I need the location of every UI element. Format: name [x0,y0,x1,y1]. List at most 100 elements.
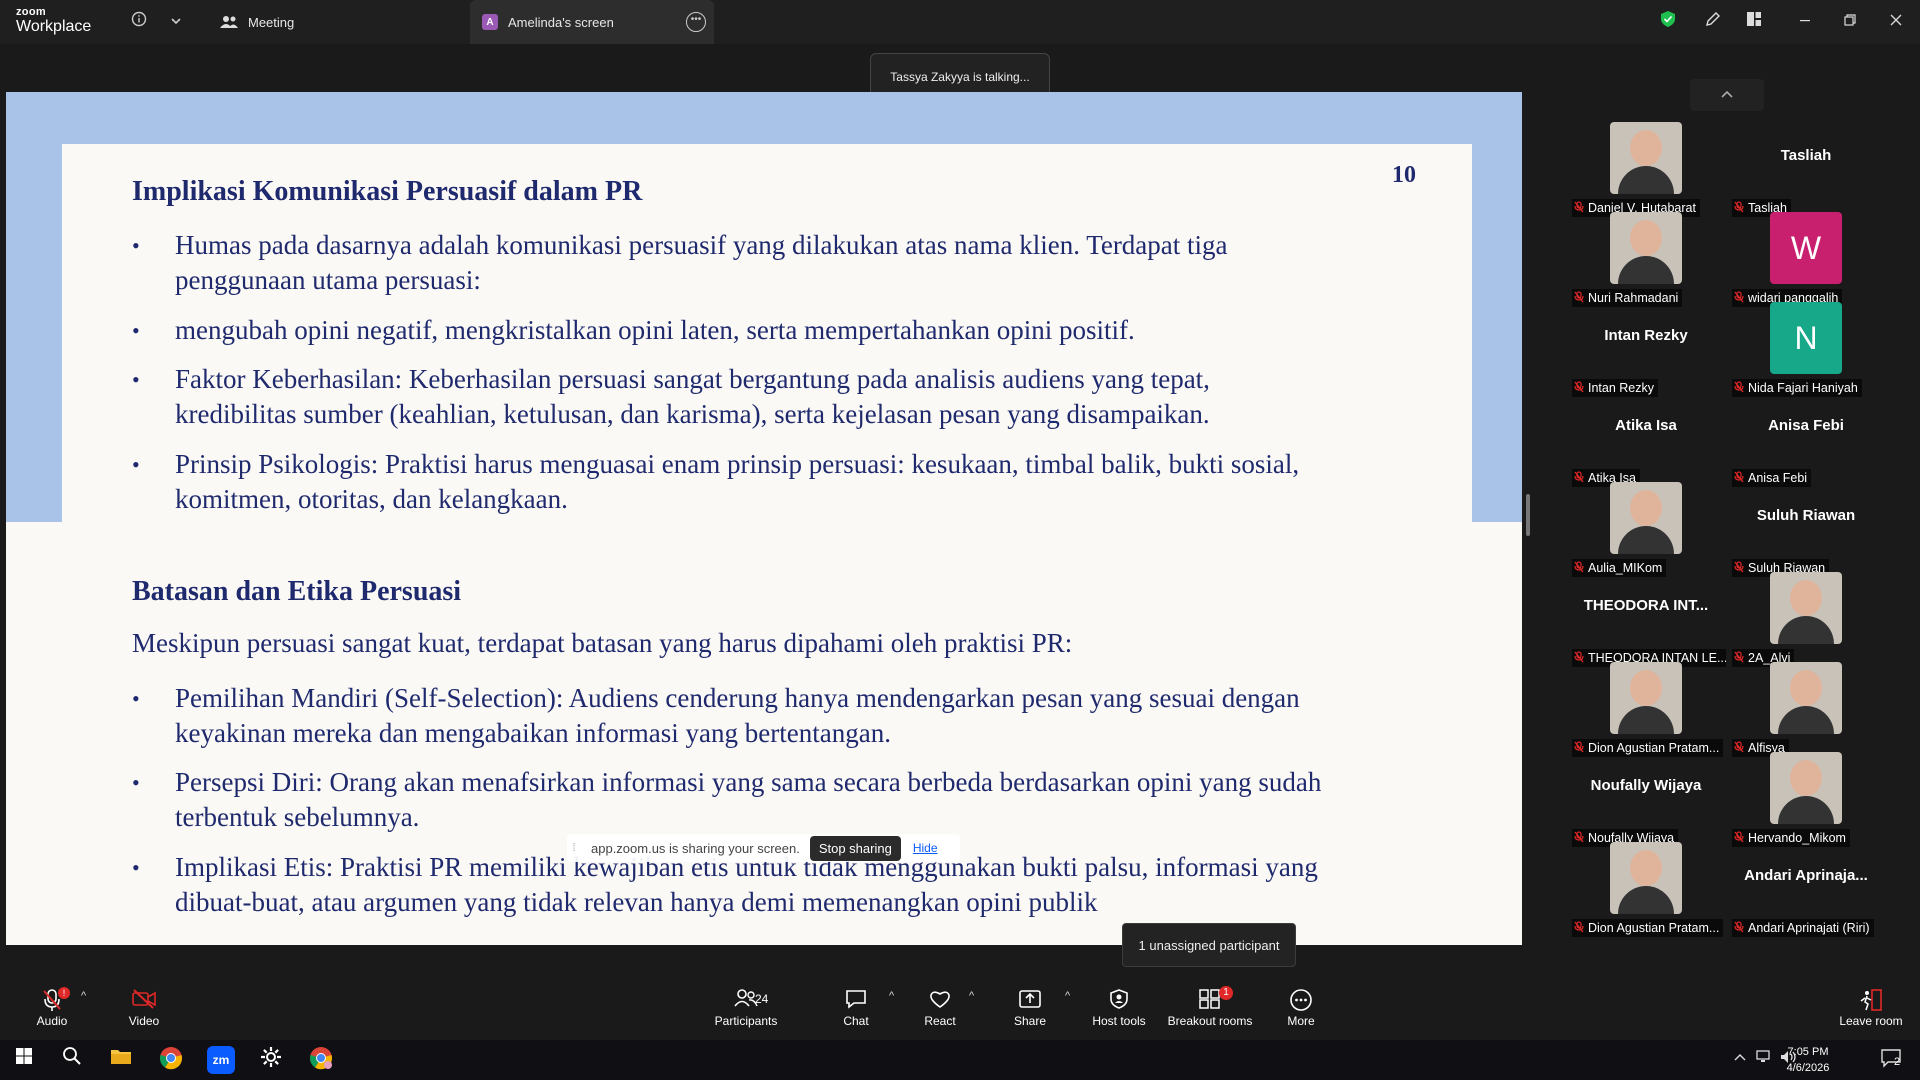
bullet-line: dibuat-buat, atau argumen yang tidak rel… [175,887,1098,917]
participant-tile[interactable]: Aulia_MIKom [1566,482,1726,577]
chat-icon [811,988,901,1014]
breakout-rooms-button[interactable]: 1 Breakout rooms [1164,986,1256,1038]
participant-tile[interactable]: Andari Aprinaja... Andari Aprinajati (Rir… [1726,842,1886,937]
taskbar-clock[interactable]: 7:05 PM 4/6/2026 [1768,1044,1848,1076]
participants-label: Participants [714,1014,778,1028]
bullet-line: terbentuk sebelumnya. [175,802,420,832]
participants-icon: 24 [701,988,791,1014]
windows-taskbar: zm 7:05 PM 4/6/2026 2 [0,1040,1920,1080]
slide-content: 10 Implikasi Komunikasi Persuasif dalam … [6,92,1522,945]
leave-icon [1826,988,1916,1014]
video-button[interactable]: Video [99,988,189,1038]
chevron-down-icon[interactable] [164,10,188,34]
audio-caret-icon[interactable]: ^ [81,990,86,1002]
minimize-icon[interactable] [1793,10,1817,34]
participant-display-name: Suluh Riawan [1756,507,1856,524]
share-button[interactable]: Share ^ [985,988,1075,1038]
tab-meeting[interactable]: Meeting [210,0,460,44]
slide-section2-intro: Meskipun persuasi sangat kuat, terdapat … [132,628,1073,658]
participant-tile[interactable]: N Nida Fajari Haniyah [1726,302,1886,397]
bullet-text: mengubah opini negatif, mengkristalkan o… [175,313,1452,348]
bullet-line: mengubah opini negatif, mengkristalkan o… [175,315,1135,345]
participant-tile[interactable]: Hervando_Mikom [1726,752,1886,847]
chrome-profile-icon[interactable] [307,1046,335,1074]
participant-display-name: Tasliah [1780,147,1832,164]
bullet-text: Humas pada dasarnya adalah komunikasi pe… [175,228,1452,298]
share-caret-icon[interactable]: ^ [1065,990,1070,1002]
tray-chevron-icon[interactable] [1734,1050,1746,1065]
participant-video [1770,752,1842,824]
audio-alert-badge: ! [58,987,70,999]
bullet-dot: • [132,318,140,343]
bullet-dot: • [132,686,140,711]
slide-bullet: • Humas pada dasarnya adalah komunikasi p… [132,228,1452,298]
participant-tile[interactable]: Suluh Riawan Suluh Riawan [1726,482,1886,577]
stop-sharing-button[interactable]: Stop sharing [809,835,901,861]
slide-bullet: • Prinsip Psikologis: Praktisi harus meng… [132,447,1452,517]
hide-notice-link[interactable]: Hide [913,841,938,855]
host-tools-label: Host tools [1092,1014,1146,1028]
restore-icon[interactable] [1838,10,1862,34]
more-icon[interactable]: ••• [686,12,706,32]
bullet-dot: • [132,770,140,795]
windows-start-icon[interactable] [10,1046,38,1074]
clock-date: 4/6/2026 [1786,1062,1830,1074]
notification-icon[interactable]: 2 [1880,1048,1902,1071]
participant-tile[interactable]: Dion Agustian Pratam... [1566,662,1726,757]
participant-display-name: Noufally Wijaya [1590,777,1702,794]
search-icon[interactable] [58,1046,86,1074]
react-caret-icon[interactable]: ^ [969,990,974,1002]
participant-avatar: N [1770,302,1842,374]
participant-tile[interactable]: Nuri Rahmadani [1566,212,1726,307]
file-explorer-icon[interactable] [107,1046,135,1074]
participant-tile[interactable]: Tasliah Tasliah [1726,122,1886,217]
gallery-scroll-up-button[interactable] [1690,79,1764,111]
info-icon[interactable] [127,10,151,34]
breakout-rooms-icon: 1 [1164,986,1256,1014]
audio-button[interactable]: ! Audio ^ [7,987,97,1038]
participant-tile[interactable]: Dion Agustian Pratam... [1566,842,1726,937]
host-tools-button[interactable]: Host tools [1074,988,1164,1038]
tab-shared-screen[interactable]: A Amelinda's screen ••• [470,0,714,44]
layout-icon[interactable] [1742,10,1766,34]
bullet-line: Humas pada dasarnya adalah komunikasi pe… [175,230,1228,260]
participant-name: Andari Aprinajati (Riri) [1748,921,1870,935]
participant-video [1610,122,1682,194]
sharing-notice-message: app.zoom.us is sharing your screen. [591,840,800,856]
more-label: More [1287,1014,1315,1028]
chat-button[interactable]: Chat ^ [811,988,901,1038]
shield-icon[interactable] [1656,10,1680,34]
participant-tile[interactable]: Alfisya [1726,662,1886,757]
participant-tile[interactable]: Daniel V. Hutabarat [1566,122,1726,217]
participant-tile[interactable]: 2A_Alvi [1726,572,1886,667]
zoom-app-icon[interactable]: zm [207,1046,235,1074]
bullet-dot: • [132,855,140,880]
participant-tile[interactable]: Anisa Febi Anisa Febi [1726,392,1886,487]
slide-section1-title: Implikasi Komunikasi Persuasif dalam PR [132,176,643,207]
participant-video [1610,212,1682,284]
participant-tile[interactable]: Wwidari panggalih [1726,212,1886,307]
participant-tile[interactable]: THEODORA INT... THEODORA INTAN LE... [1566,572,1726,667]
close-icon[interactable] [1884,10,1908,34]
chrome-icon[interactable] [157,1046,185,1074]
participant-video [1610,482,1682,554]
participant-tile[interactable]: Intan Rezky Intan Rezky [1566,302,1726,397]
video-off-icon [99,988,189,1014]
mic-muted-icon [1574,920,1584,936]
more-button[interactable]: More [1256,988,1346,1038]
panel-resize-handle[interactable] [1526,494,1530,536]
slide-bullet: • Faktor Keberhasilan: Keberhasilan persu… [132,362,1452,432]
react-label: React [924,1014,956,1028]
participants-button[interactable]: 24 Participants [701,988,791,1038]
chat-caret-icon[interactable]: ^ [889,990,894,1002]
bullet-dot: • [132,233,140,258]
drag-handle-icon[interactable]: ⁞ [567,842,581,854]
react-button[interactable]: React ^ [895,988,985,1038]
participant-tile[interactable]: Noufally Wijaya Noufally Wijaya [1566,752,1726,847]
pencil-icon[interactable] [1701,10,1725,34]
participant-video [1770,572,1842,644]
leave-room-button[interactable]: Leave room [1826,988,1916,1038]
people-icon [220,15,238,29]
settings-gear-icon[interactable] [257,1046,285,1074]
participant-tile[interactable]: Atika Isa Atika Isa [1566,392,1726,487]
